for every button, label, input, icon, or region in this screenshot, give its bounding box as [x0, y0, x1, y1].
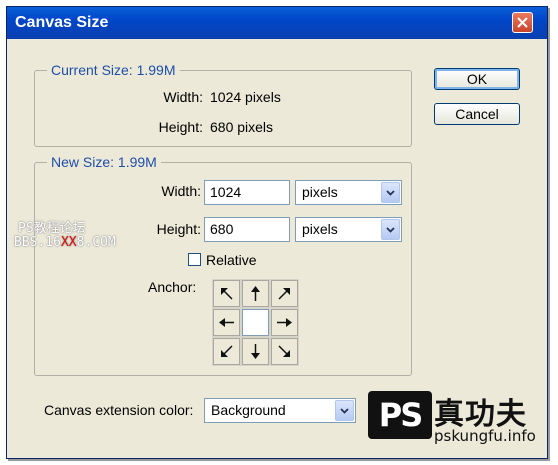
width-unit-select[interactable]: pixels [295, 180, 402, 205]
arrow-left-icon [219, 318, 234, 327]
logo-brand: PS [378, 396, 423, 434]
anchor-label: Anchor: [148, 279, 197, 295]
extension-color-value: Background [211, 402, 286, 418]
new-size-legend: New Size: 1.99M [47, 154, 161, 170]
current-size-legend: Current Size: 1.99M [47, 62, 180, 78]
watermark-forum: PS教程论坛 [18, 217, 86, 236]
close-icon [517, 17, 528, 28]
anchor-top-right[interactable] [271, 280, 298, 307]
height-input[interactable]: 680 [204, 217, 290, 242]
watermark-url-red: XX [60, 235, 77, 250]
arrow-down-right-icon [278, 345, 290, 357]
arrow-up-icon [251, 286, 260, 301]
new-height-label: Height: [156, 221, 201, 237]
watermark-forum-url: BBS.16XX8.COM [14, 235, 116, 250]
width-unit-dropdown-button[interactable] [381, 182, 400, 203]
anchor-bottom-right[interactable] [271, 338, 298, 365]
logo-badge: PS [368, 391, 432, 439]
relative-checkbox[interactable] [188, 253, 201, 266]
close-button[interactable] [512, 12, 533, 33]
arrow-right-icon [277, 318, 292, 327]
extension-color-select[interactable]: Background [204, 398, 356, 423]
anchor-right[interactable] [271, 309, 298, 336]
watermark-logo: PS 真功夫 pskungfu.info [368, 385, 546, 455]
current-height-value: 680 pixels [210, 119, 274, 135]
extension-color-dropdown-button[interactable] [335, 400, 354, 421]
cancel-button[interactable]: Cancel [434, 103, 520, 125]
width-input[interactable]: 1024 [204, 180, 290, 205]
height-unit-select[interactable]: pixels [295, 217, 402, 242]
anchor-top-left[interactable] [213, 280, 240, 307]
height-unit-value: pixels [302, 221, 338, 237]
chevron-down-icon [386, 189, 395, 196]
arrow-up-right-icon [278, 288, 290, 300]
anchor-center[interactable] [242, 309, 269, 336]
anchor-left[interactable] [213, 309, 240, 336]
chevron-down-icon [386, 226, 395, 233]
dialog-title: Canvas Size [15, 14, 109, 31]
arrow-down-left-icon [221, 345, 233, 357]
watermark-url-post: 8.COM [76, 235, 116, 250]
current-height-label: Height: [158, 119, 203, 135]
chevron-down-icon [340, 407, 349, 414]
anchor-bottom-left[interactable] [213, 338, 240, 365]
logo-url: pskungfu.info [434, 427, 536, 445]
ok-button[interactable]: OK [434, 68, 520, 90]
current-width-label: Width: [163, 89, 203, 105]
width-unit-value: pixels [302, 184, 338, 200]
new-width-label: Width: [161, 183, 201, 199]
arrow-down-icon [251, 344, 260, 359]
arrow-up-left-icon [221, 288, 233, 300]
current-width-value: 1024 pixels [210, 89, 281, 105]
title-bar[interactable]: Canvas Size [7, 7, 547, 39]
watermark-forum-title: PS教程论坛 [18, 221, 86, 236]
anchor-bottom[interactable] [242, 338, 269, 365]
anchor-top[interactable] [242, 280, 269, 307]
relative-label[interactable]: Relative [206, 252, 257, 268]
watermark-url-pre: BBS.16 [14, 235, 61, 250]
current-size-group: Current Size: 1.99M [34, 62, 412, 147]
height-unit-dropdown-button[interactable] [381, 219, 400, 240]
extension-color-label: Canvas extension color: [44, 402, 194, 418]
anchor-grid [212, 279, 299, 366]
